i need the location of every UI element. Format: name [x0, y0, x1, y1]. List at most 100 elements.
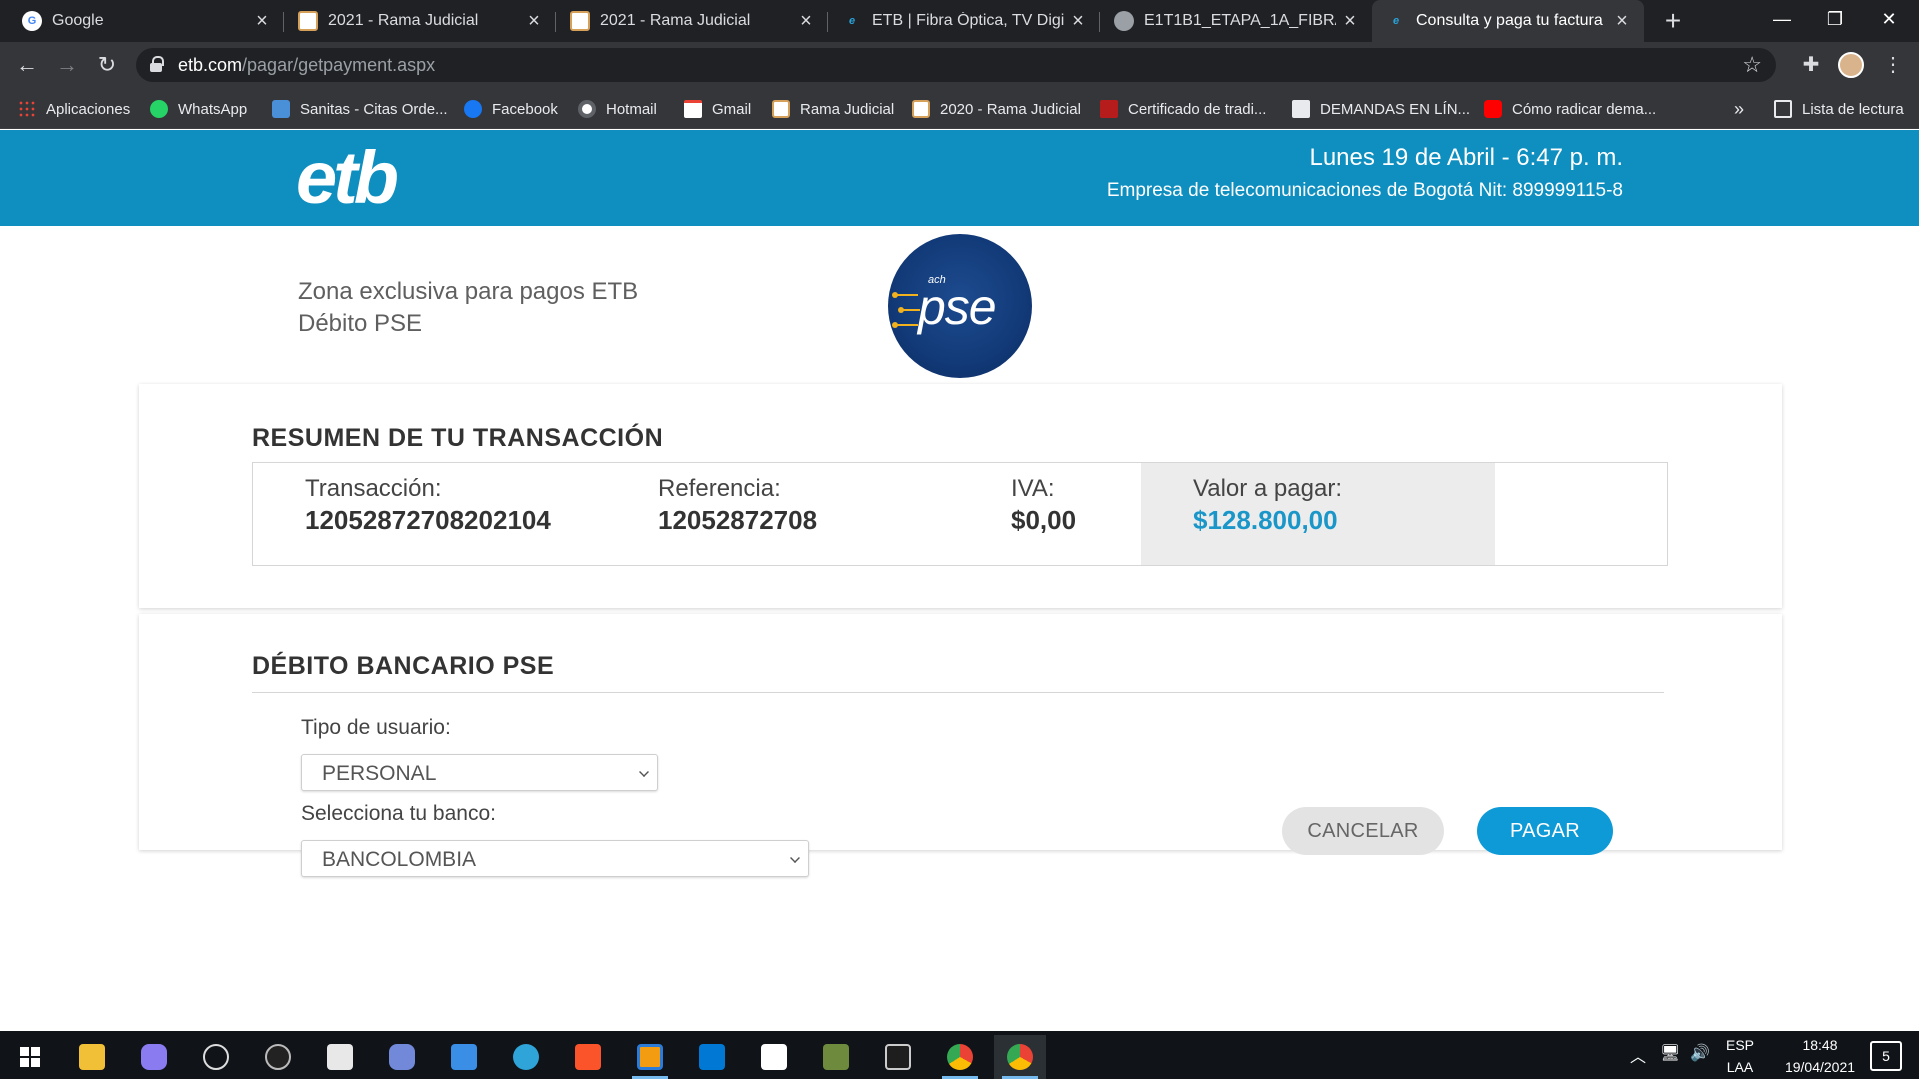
bookmark-2020-rama-judicial[interactable]: 2020 - Rama Judicial [912, 89, 1081, 129]
bookmark-label: Rama Judicial [800, 100, 895, 118]
taskbar-store[interactable] [314, 1035, 366, 1079]
taskbar-circle-app[interactable] [252, 1035, 304, 1079]
taskbar-file-explorer[interactable] [66, 1035, 118, 1079]
bookmark-hotmail[interactable]: Hotmail [578, 89, 657, 129]
reference-value: 12052872708 [658, 505, 818, 535]
bookmark-label: DEMANDAS EN LÍN... [1320, 100, 1471, 118]
bank-value: BANCOLOMBIA [322, 848, 477, 871]
browser-tab[interactable]: E1T1B1_ETAPA_1A_FIBRA_PYI × [1100, 0, 1372, 42]
volume-icon[interactable]: 🔊 [1690, 1043, 1710, 1063]
bookmark-demandas[interactable]: DEMANDAS EN LÍN... [1292, 89, 1470, 129]
windows-logo-icon [20, 1047, 40, 1067]
gamepad-icon [141, 1044, 167, 1070]
user-type-select[interactable]: PERSONAL [301, 754, 658, 791]
browser-tab-strip: G Google × 2021 - Rama Judicial × 2021 -… [0, 0, 1919, 42]
reading-list-button[interactable]: Lista de lectura [1774, 89, 1904, 129]
taskbar-discord[interactable] [376, 1035, 428, 1079]
address-bar[interactable]: etb.com/pagar/getpayment.aspx ☆ [136, 48, 1776, 82]
browser-toolbar: ← → ↻ etb.com/pagar/getpayment.aspx ☆ ✚ … [0, 42, 1919, 89]
bookmark-label: Gmail [712, 100, 752, 118]
language-indicator[interactable]: ESP LAA [1722, 1037, 1758, 1075]
pay-button[interactable]: PAGAR [1477, 807, 1613, 855]
bookmarks-overflow-button[interactable]: » [1734, 89, 1744, 129]
taskbar-brave[interactable] [562, 1035, 614, 1079]
lock-icon[interactable] [150, 56, 164, 72]
taskbar-app-orange[interactable] [624, 1035, 676, 1079]
divider [252, 692, 1664, 693]
taskbar-edge[interactable] [500, 1035, 552, 1079]
language-top: ESP [1725, 1037, 1754, 1053]
bookmark-facebook[interactable]: Facebook [464, 89, 558, 129]
taskbar-vscode[interactable] [686, 1035, 738, 1079]
header-date: Lunes 19 de Abril - 6:47 p. m. [1309, 144, 1623, 171]
transaction-summary-card: RESUMEN DE TU TRANSACCIÓN Transacción: 1… [139, 384, 1782, 608]
close-tab-icon[interactable]: × [792, 10, 820, 33]
chrome-menu-icon[interactable]: ⋮ [1878, 50, 1908, 80]
bookmark-aplicaciones[interactable]: Aplicaciones [18, 89, 130, 129]
clock[interactable]: 18:48 19/04/2021 [1772, 1037, 1868, 1075]
browser-tab[interactable]: G Google × [8, 0, 284, 42]
zone-line-1: Zona exclusiva para pagos ETB [298, 278, 639, 305]
network-icon[interactable]: 🖥 [1660, 1043, 1680, 1063]
bookmark-sanitas[interactable]: Sanitas - Citas Orde... [272, 89, 448, 129]
tab-title: Consulta y paga tu factura [1416, 12, 1603, 29]
extensions-puzzle-icon[interactable]: ✚ [1796, 50, 1826, 80]
language-bottom: LAA [1726, 1059, 1754, 1075]
iva-value: $0,00 [1011, 505, 1077, 535]
restore-icon[interactable]: ❐ [1805, 0, 1865, 38]
taskbar-obs[interactable] [190, 1035, 242, 1079]
url-path: /pagar/getpayment.aspx [242, 55, 436, 75]
browser-tab[interactable]: 2021 - Rama Judicial × [284, 0, 556, 42]
pse-logo: ach pse [888, 234, 1032, 378]
summary-box: Transacción: 12052872708202104 Referenci… [252, 462, 1668, 566]
new-tab-button[interactable]: + [1656, 4, 1690, 38]
close-tab-icon[interactable]: × [1336, 10, 1364, 33]
summary-reference: Referencia: 12052872708 [658, 475, 817, 536]
lambda-icon [823, 1044, 849, 1070]
taskbar-mongodb[interactable] [748, 1035, 800, 1079]
vscode-icon [699, 1044, 725, 1070]
url-text[interactable]: etb.com/pagar/getpayment.aspx [178, 48, 435, 82]
close-tab-icon[interactable]: × [520, 10, 548, 33]
close-tab-icon[interactable]: × [248, 10, 276, 33]
store-icon [327, 1044, 353, 1070]
windows-start-button[interactable] [4, 1035, 56, 1079]
minimize-icon[interactable]: — [1752, 0, 1812, 38]
reload-icon[interactable]: ↻ [92, 50, 122, 80]
windows-taskbar: ︿ 🖥 🔊 ESP LAA 18:48 19/04/2021 5 [0, 1031, 1919, 1079]
taskbar-lambda-app[interactable] [810, 1035, 862, 1079]
profile-avatar[interactable] [1838, 52, 1864, 78]
cancel-button[interactable]: CANCELAR [1282, 807, 1444, 855]
tray-overflow-chevron-icon[interactable]: ︿ [1630, 1043, 1646, 1067]
forward-icon[interactable]: → [52, 50, 82, 80]
bookmark-certificado[interactable]: Certificado de tradi... [1100, 89, 1266, 129]
bookmark-star-icon[interactable]: ☆ [1742, 48, 1762, 82]
apps-grid-icon [18, 100, 36, 118]
amount-value: $128.800,00 [1193, 505, 1338, 535]
reference-label: Referencia: [658, 475, 781, 502]
taskbar-chrome-profile[interactable] [934, 1035, 986, 1079]
close-tab-icon[interactable]: × [1608, 10, 1636, 33]
taskbar-game-app[interactable] [128, 1035, 180, 1079]
taskbar-chrome[interactable] [994, 1035, 1046, 1079]
browser-tab[interactable]: 2021 - Rama Judicial × [556, 0, 828, 42]
browser-tab[interactable]: e ETB | Fibra Óptica, TV Digital × [828, 0, 1100, 42]
bookmark-como-radicar[interactable]: Cómo radicar dema... [1484, 89, 1656, 129]
taskbar-terminal[interactable] [872, 1035, 924, 1079]
close-tab-icon[interactable]: × [1064, 10, 1092, 33]
close-window-icon[interactable]: ✕ [1859, 0, 1919, 38]
etb-icon: e [1392, 15, 1400, 27]
tab-title: ETB | Fibra Óptica, TV Digital [872, 12, 1064, 29]
bank-select[interactable]: BANCOLOMBIA [301, 840, 809, 877]
notifications-icon[interactable]: 5 [1870, 1041, 1902, 1071]
browser-tab-active[interactable]: e Consulta y paga tu factura × [1372, 0, 1644, 42]
pse-title: DÉBITO BANCARIO PSE [252, 652, 555, 680]
bookmark-gmail[interactable]: Gmail [684, 89, 751, 129]
taskbar-mail[interactable] [438, 1035, 490, 1079]
bookmark-whatsapp[interactable]: WhatsApp [150, 89, 247, 129]
bookmark-rama-judicial[interactable]: Rama Judicial [772, 89, 894, 129]
etb-logo[interactable]: etb [296, 135, 399, 220]
back-icon[interactable]: ← [12, 50, 42, 80]
circle-app-icon [265, 1044, 291, 1070]
clock-date: 19/04/2021 [1784, 1059, 1856, 1075]
